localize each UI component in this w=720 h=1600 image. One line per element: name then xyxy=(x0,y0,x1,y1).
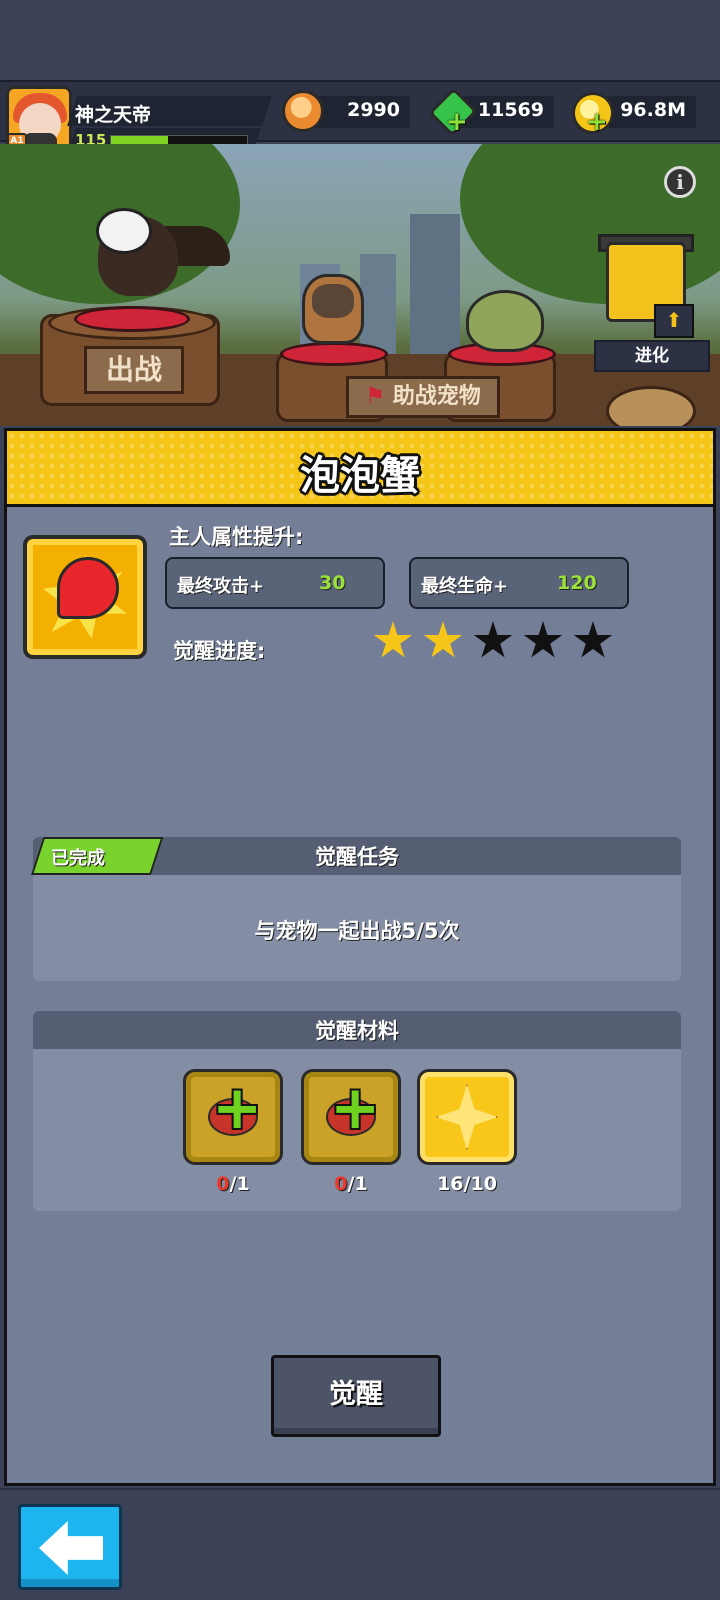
awaken-panel: 泡泡蟹 主人属性提升: 最终攻击+ 30 最终生命+ 120 觉醒进度: 觉醒任… xyxy=(4,428,716,1486)
awaken-button[interactable]: 觉醒 xyxy=(271,1355,441,1437)
status-bar-area xyxy=(0,0,720,80)
material-count: 0/1 xyxy=(301,1173,401,1195)
material-have: 16 xyxy=(437,1173,464,1195)
shiba-coin-icon xyxy=(282,90,324,132)
materials-header: 觉醒材料 xyxy=(33,1011,681,1049)
back-arrow-icon xyxy=(39,1521,103,1575)
currency-value: 2990 xyxy=(347,99,400,121)
pet-scene: 出战 ⚑ 助战宠物 i ⬆ 进化 xyxy=(0,144,720,426)
star-filled-icon xyxy=(373,621,413,658)
add-gold-icon[interactable]: + xyxy=(586,109,608,135)
material-crab-2[interactable]: + xyxy=(301,1069,401,1165)
awaken-materials-box: 觉醒材料 + 0/1 + 0/1 16/10 xyxy=(33,1011,681,1211)
task-description: 与宠物一起出战5/5次 xyxy=(254,919,460,943)
star-empty-icon xyxy=(523,621,563,658)
star-empty-icon xyxy=(473,621,513,658)
stat-label: 最终攻击+ xyxy=(177,576,265,597)
material-need: /10 xyxy=(463,1173,497,1195)
green-plus-icon: + xyxy=(212,1073,263,1143)
assist-sign-label: 助战宠物 xyxy=(392,384,481,409)
material-have: 0 xyxy=(334,1173,348,1195)
material-have: 0 xyxy=(216,1173,230,1195)
materials-title: 觉醒材料 xyxy=(315,1019,399,1043)
star-empty-icon xyxy=(573,621,613,658)
completed-badge: 已完成 xyxy=(51,848,105,869)
frog-pet[interactable] xyxy=(466,290,544,352)
material-gold-star[interactable] xyxy=(417,1069,517,1165)
awaken-progress-label: 觉醒进度: xyxy=(173,639,266,663)
gold-star-icon xyxy=(436,1084,498,1150)
crab-claw-icon xyxy=(57,557,119,619)
material-crab-1[interactable]: + xyxy=(183,1069,283,1165)
deploy-pad[interactable] xyxy=(74,306,190,332)
eagle-pet-head xyxy=(96,208,152,254)
building xyxy=(410,214,460,354)
hp-stat: 最终生命+ 120 xyxy=(409,557,629,609)
add-gem-icon[interactable]: + xyxy=(446,109,468,135)
stat-label: 最终生命+ xyxy=(421,576,509,597)
material-count: 16/10 xyxy=(417,1173,517,1195)
deploy-sign: 出战 xyxy=(84,346,184,394)
stat-value: 120 xyxy=(557,572,597,594)
green-plus-icon: + xyxy=(330,1073,381,1143)
pet-skill-icon[interactable] xyxy=(23,535,147,659)
info-icon[interactable]: i xyxy=(664,166,696,198)
evolve-button[interactable]: 进化 xyxy=(594,340,710,372)
upload-arrow-icon: ⬆ xyxy=(654,304,694,338)
currency-value: 96.8M xyxy=(620,99,686,121)
assist-pad-1[interactable] xyxy=(280,342,388,366)
bottom-bar xyxy=(0,1488,720,1600)
pet-name-title: 泡泡蟹 xyxy=(300,453,420,499)
assist-pets-sign: ⚑ 助战宠物 xyxy=(346,376,500,418)
dog-pet-face xyxy=(312,284,354,318)
currency-value: 11569 xyxy=(477,99,544,121)
back-button[interactable] xyxy=(18,1504,122,1590)
stat-value: 30 xyxy=(319,572,346,594)
material-count: 0/1 xyxy=(183,1173,283,1195)
player-name: 神之天帝 xyxy=(75,104,152,126)
awaken-task-box: 觉醒任务 已完成 与宠物一起出战5/5次 xyxy=(31,837,681,981)
material-need: /1 xyxy=(229,1173,250,1195)
material-need: /1 xyxy=(347,1173,368,1195)
star-filled-icon xyxy=(423,621,463,658)
attack-stat: 最终攻击+ 30 xyxy=(165,557,385,609)
panel-header: 泡泡蟹 xyxy=(7,431,713,507)
owner-attr-label: 主人属性提升: xyxy=(169,525,304,549)
flag-icon: ⚑ xyxy=(365,384,386,409)
building xyxy=(360,254,396,354)
